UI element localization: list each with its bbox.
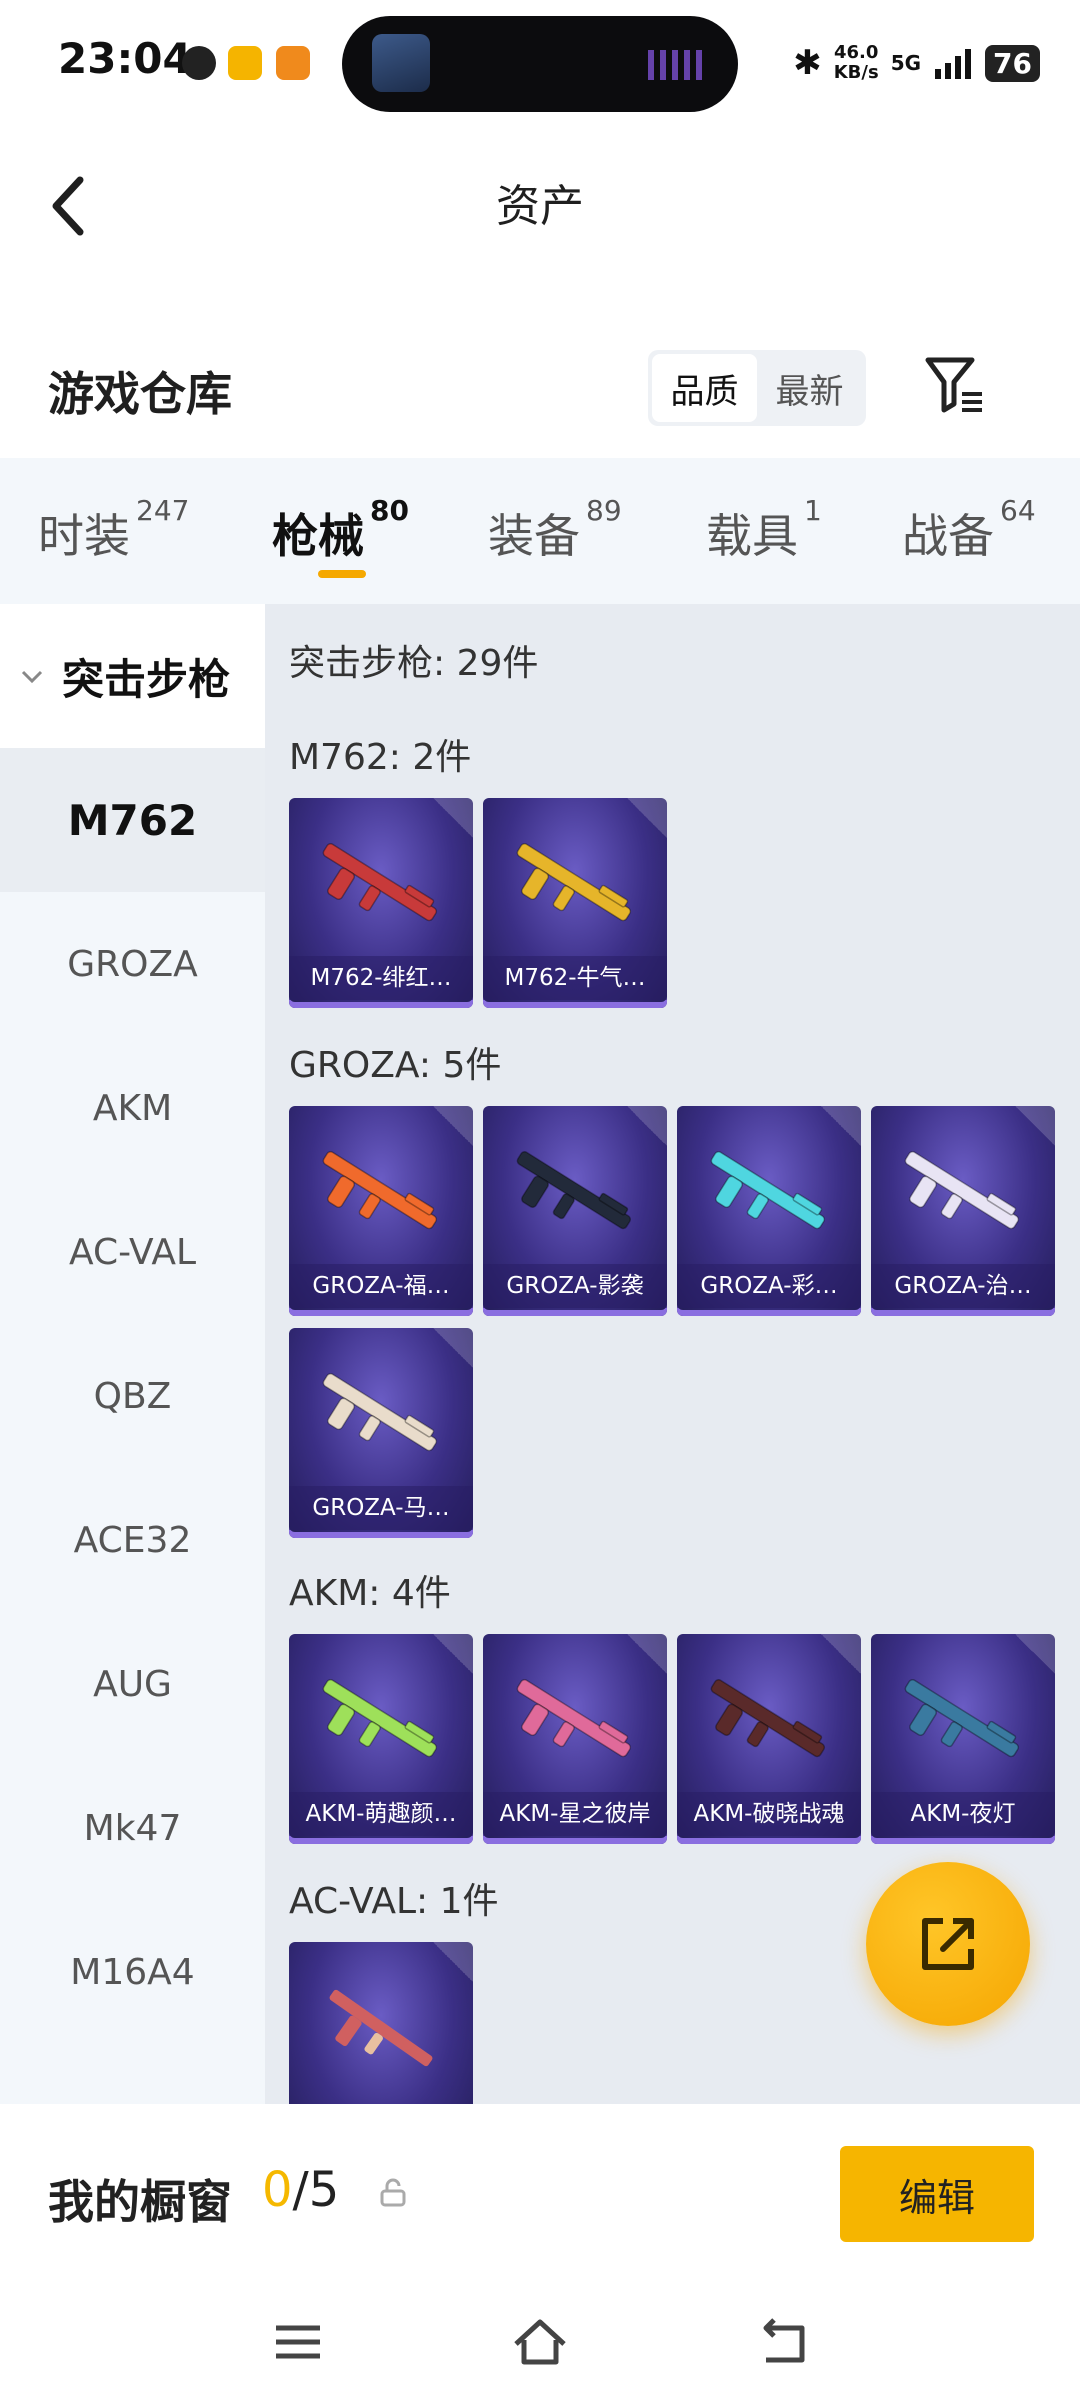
gun-skin-image bbox=[322, 843, 438, 922]
weapon-card[interactable]: GROZA-治… bbox=[871, 1106, 1055, 1316]
tab-vehicles[interactable]: 载具 1 bbox=[706, 494, 822, 566]
warehouse-header: 游戏仓库 品质 最新 bbox=[0, 340, 1080, 440]
home-icon[interactable] bbox=[512, 2314, 568, 2370]
weapon-card-label: M762-牛气… bbox=[483, 956, 667, 1000]
weapon-card[interactable]: GROZA-马… bbox=[289, 1328, 473, 1538]
gun-skin-image bbox=[322, 1679, 438, 1758]
sidebar-group-assault-rifle[interactable]: 突击步枪 bbox=[0, 604, 265, 748]
sidebar-item-mk47[interactable]: Mk47 bbox=[0, 1756, 265, 1900]
tab-equipment[interactable]: 装备 89 bbox=[488, 494, 622, 566]
share-button[interactable] bbox=[866, 1862, 1030, 2026]
sidebar-item-ac-val[interactable]: AC-VAL bbox=[0, 1180, 265, 1324]
weapon-card-label: AKM-萌趣颜… bbox=[289, 1792, 473, 1836]
battery-level: 76 bbox=[985, 44, 1040, 82]
unlock-icon bbox=[380, 2178, 406, 2207]
weapon-card[interactable]: AKM-夜灯 bbox=[871, 1634, 1055, 1844]
section-title-groza: GROZA: 5件 bbox=[289, 1045, 502, 1086]
status-indicators: ✱ 46.0 KB/s 5G 76 bbox=[793, 38, 1040, 88]
section-title-ac-val: AC-VAL: 1件 bbox=[289, 1881, 499, 1922]
sidebar-item-akm[interactable]: AKM bbox=[0, 1036, 265, 1180]
weapon-card[interactable] bbox=[289, 1942, 473, 2104]
sort-toggle: 品质 最新 bbox=[648, 350, 866, 426]
weapon-card[interactable]: M762-绯红… bbox=[289, 798, 473, 1008]
weapon-card[interactable]: GROZA-彩… bbox=[677, 1106, 861, 1316]
filter-icon bbox=[925, 357, 982, 413]
category-tabs: 时装 247 枪械 80 装备 89 载具 1 战备 64 bbox=[0, 458, 1080, 604]
menu-icon[interactable] bbox=[270, 2314, 326, 2370]
gun-skin-image bbox=[516, 843, 632, 922]
tab-tactical[interactable]: 战备 64 bbox=[902, 494, 1036, 566]
showcase-title: 我的橱窗 bbox=[48, 2175, 232, 2229]
page-title: 资产 bbox=[496, 181, 584, 232]
sidebar-item-aug[interactable]: AUG bbox=[0, 1612, 265, 1756]
weapon-card-label: AKM-星之彼岸 bbox=[483, 1792, 667, 1836]
edit-button[interactable]: 编辑 bbox=[840, 2146, 1034, 2242]
weapon-card[interactable]: AKM-破晓战魂 bbox=[677, 1634, 861, 1844]
globe-icon bbox=[182, 46, 216, 80]
weapon-card-label: GROZA-马… bbox=[289, 1486, 473, 1530]
tab-indicator bbox=[318, 570, 366, 578]
weapon-card[interactable]: GROZA-影袭 bbox=[483, 1106, 667, 1316]
filter-button[interactable] bbox=[920, 350, 990, 420]
sidebar-item-ace32[interactable]: ACE32 bbox=[0, 1468, 265, 1612]
sidebar-item-m762[interactable]: M762 bbox=[0, 748, 265, 892]
weapon-card-label: GROZA-福… bbox=[289, 1264, 473, 1308]
weapon-card[interactable]: M762-牛气… bbox=[483, 798, 667, 1008]
weapon-card-label: M762-绯红… bbox=[289, 956, 473, 1000]
bluetooth-icon: ✱ bbox=[793, 43, 822, 83]
net-speed: 46.0 KB/s bbox=[833, 42, 879, 83]
audio-wave-icon bbox=[648, 50, 708, 80]
gun-skin-image bbox=[322, 1373, 438, 1452]
gun-skin-image bbox=[322, 1151, 438, 1230]
sort-latest-button[interactable]: 最新 bbox=[757, 354, 862, 422]
gun-skin-image bbox=[904, 1151, 1020, 1230]
weapon-card-label: AKM-破晓战魂 bbox=[677, 1792, 861, 1836]
network-type: 5G bbox=[890, 51, 922, 75]
gun-skin-image bbox=[904, 1679, 1020, 1758]
gun-skin-image bbox=[329, 1989, 433, 2067]
warehouse-title: 游戏仓库 bbox=[48, 367, 232, 421]
gun-skin-image bbox=[710, 1151, 826, 1230]
dynamic-island[interactable] bbox=[342, 16, 738, 112]
app-notification-icon bbox=[276, 46, 310, 80]
chevron-down-icon bbox=[21, 670, 43, 684]
sidebar-item-groza[interactable]: GROZA bbox=[0, 892, 265, 1036]
back-nav-icon[interactable] bbox=[754, 2314, 810, 2370]
weapon-card-label: GROZA-彩… bbox=[677, 1264, 861, 1308]
sort-quality-button[interactable]: 品质 bbox=[652, 354, 757, 422]
status-bar: 23:04 ✱ 46.0 KB/s 5G 76 bbox=[0, 0, 1080, 130]
page-header: 资产 bbox=[0, 150, 1080, 250]
gun-skin-image bbox=[516, 1151, 632, 1230]
system-nav-bar bbox=[0, 2284, 1080, 2400]
showcase-count: 0/5 bbox=[262, 2162, 340, 2218]
weapon-card-label: AKM-夜灯 bbox=[871, 1792, 1055, 1836]
weapon-card-label: GROZA-影袭 bbox=[483, 1264, 667, 1308]
share-icon bbox=[922, 1918, 974, 1970]
tab-firearms[interactable]: 枪械 80 bbox=[272, 494, 409, 566]
weapon-card[interactable]: AKM-萌趣颜… bbox=[289, 1634, 473, 1844]
sidebar-item-m16a4[interactable]: M16A4 bbox=[0, 1900, 265, 2044]
gun-skin-image bbox=[516, 1679, 632, 1758]
tab-fashion[interactable]: 时装 247 bbox=[38, 494, 189, 566]
signal-icon bbox=[935, 49, 972, 79]
weapon-type-sidebar: 突击步枪 M762 GROZA AKM AC-VAL QBZ ACE32 AUG… bbox=[0, 604, 265, 2104]
app-notification-icon bbox=[228, 46, 262, 80]
weapon-card[interactable]: AKM-星之彼岸 bbox=[483, 1634, 667, 1844]
sidebar-item-qbz[interactable]: QBZ bbox=[0, 1324, 265, 1468]
showcase-bar: 我的橱窗 0/5 编辑 bbox=[0, 2104, 1080, 2284]
section-title-m762: M762: 2件 bbox=[289, 737, 472, 778]
section-title-akm: AKM: 4件 bbox=[289, 1573, 451, 1614]
weapon-card-label: GROZA-治… bbox=[871, 1264, 1055, 1308]
media-thumbnail bbox=[372, 34, 430, 92]
gun-skin-image bbox=[710, 1679, 826, 1758]
weapon-card[interactable]: GROZA-福… bbox=[289, 1106, 473, 1316]
status-time: 23:04 bbox=[58, 34, 192, 83]
category-summary: 突击步枪: 29件 bbox=[289, 643, 539, 684]
